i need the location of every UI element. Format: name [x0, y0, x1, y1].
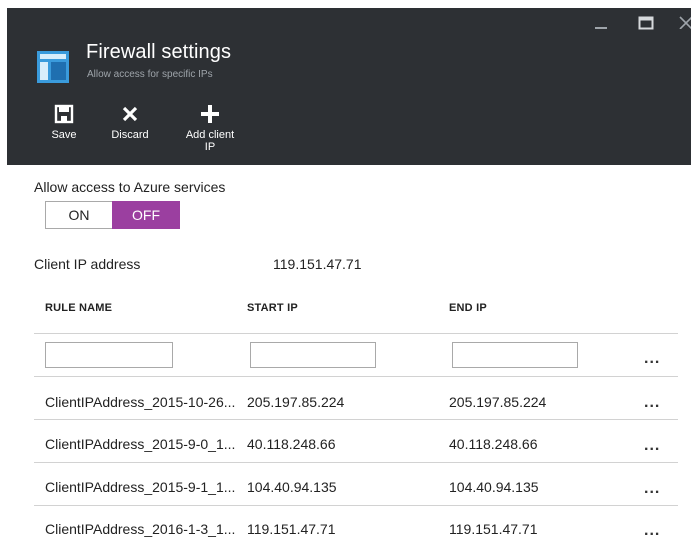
rule-end-ip-cell: 205.197.85.224	[449, 394, 547, 410]
azure-access-label: Allow access to Azure services	[34, 179, 226, 195]
new-rule-more-button[interactable]: ...	[644, 351, 660, 367]
blade-subtitle: Allow access for specific IPs	[87, 69, 213, 80]
column-header-end-ip: END IP	[449, 302, 487, 314]
row-more-button[interactable]: ...	[644, 438, 660, 454]
table-divider	[34, 376, 678, 377]
firewall-blade-icon	[37, 51, 69, 83]
new-rule-start-ip-input[interactable]	[250, 342, 376, 368]
table-divider	[34, 419, 678, 420]
column-header-start-ip: START IP	[247, 302, 298, 314]
save-label: Save	[51, 129, 77, 141]
save-icon	[54, 104, 74, 124]
rule-end-ip-cell: 40.118.248.66	[449, 436, 538, 452]
plus-icon	[201, 105, 219, 123]
rule-name-cell: ClientIPAddress_2015-9-0_1...	[45, 436, 236, 452]
table-divider	[34, 462, 678, 463]
toggle-on-option[interactable]: ON	[45, 201, 112, 229]
new-rule-name-input[interactable]	[45, 342, 173, 368]
maximize-icon[interactable]	[638, 16, 654, 30]
client-ip-label: Client IP address	[34, 256, 141, 272]
column-header-rule-name: RULE NAME	[45, 302, 113, 314]
row-more-button[interactable]: ...	[644, 481, 660, 497]
toggle-off-option[interactable]: OFF	[112, 201, 180, 229]
rule-name-cell: ClientIPAddress_2016-1-3_1...	[45, 521, 236, 537]
table-divider	[34, 505, 678, 506]
rule-start-ip-cell: 119.151.47.71	[247, 521, 336, 537]
discard-button[interactable]: Discard	[100, 104, 160, 141]
close-icon[interactable]	[679, 15, 691, 29]
rule-end-ip-cell: 104.40.94.135	[449, 479, 539, 495]
blade-title: Firewall settings	[86, 41, 232, 63]
rule-name-cell: ClientIPAddress_2015-9-1_1...	[45, 479, 236, 495]
add-client-label-line1: Add client	[185, 129, 235, 141]
row-more-button[interactable]: ...	[644, 523, 660, 539]
rule-name-cell: ClientIPAddress_2015-10-26...	[45, 394, 236, 410]
rule-end-ip-cell: 119.151.47.71	[449, 521, 538, 537]
save-button[interactable]: Save	[44, 104, 84, 141]
table-divider	[34, 333, 678, 334]
blade-header: Firewall settings Allow access for speci…	[7, 8, 691, 165]
new-rule-end-ip-input[interactable]	[452, 342, 578, 368]
rule-start-ip-cell: 205.197.85.224	[247, 394, 345, 410]
add-client-label-line2: IP	[204, 141, 216, 153]
rule-start-ip-cell: 104.40.94.135	[247, 479, 337, 495]
rule-start-ip-cell: 40.118.248.66	[247, 436, 336, 452]
add-client-ip-button[interactable]: Add client IP	[180, 104, 240, 153]
discard-x-icon	[122, 106, 138, 122]
minimize-icon[interactable]	[594, 16, 608, 30]
client-ip-value: 119.151.47.71	[273, 256, 362, 272]
discard-label: Discard	[111, 129, 149, 141]
row-more-button[interactable]: ...	[644, 395, 660, 411]
azure-access-toggle[interactable]: ON OFF	[45, 201, 180, 229]
